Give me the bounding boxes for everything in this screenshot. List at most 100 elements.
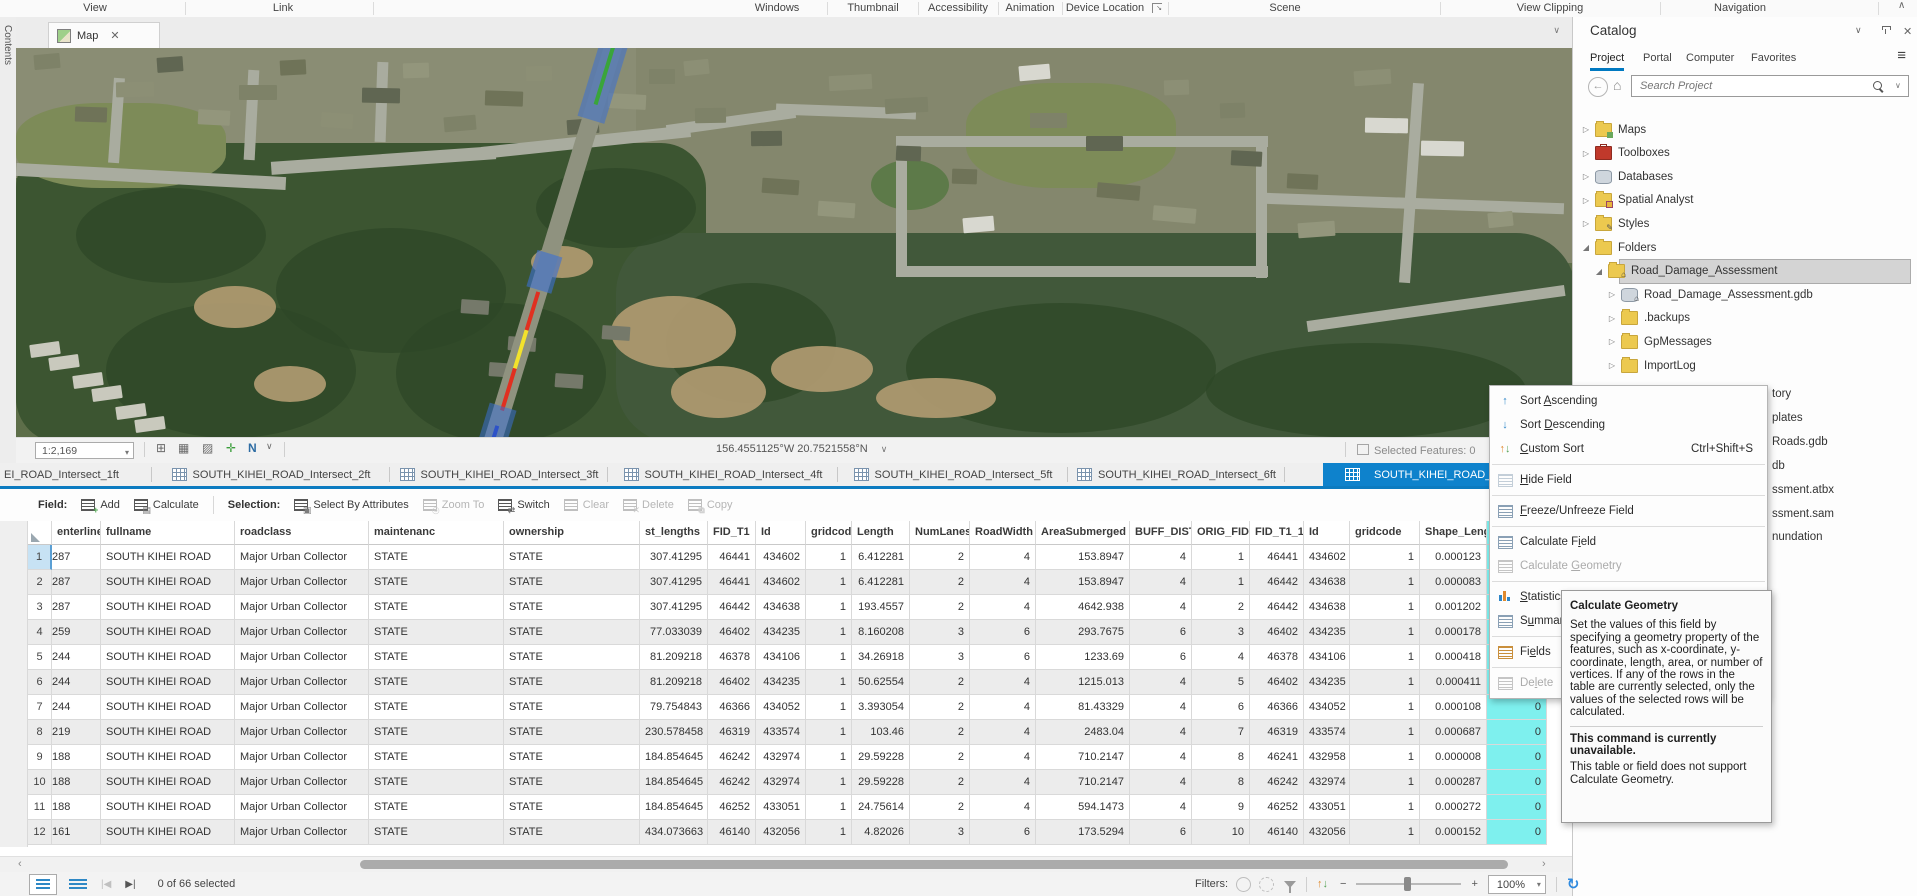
catalog-item-fragment[interactable]: ssment.sam xyxy=(1772,508,1834,520)
cell[interactable]: 184.854645 xyxy=(640,770,708,795)
cell[interactable]: 46319 xyxy=(1250,720,1304,745)
cell[interactable]: 432958 xyxy=(1304,745,1350,770)
cell[interactable]: 434052 xyxy=(1304,695,1350,720)
cell[interactable]: STATE xyxy=(504,795,640,820)
cell[interactable]: 3 xyxy=(1192,620,1250,645)
cell[interactable]: 1 xyxy=(806,595,852,620)
cell[interactable]: 46242 xyxy=(708,745,756,770)
cell[interactable]: 29.59228 xyxy=(852,770,910,795)
catalog-item-importlog[interactable]: ▷ImportLog xyxy=(1573,354,1917,377)
cell[interactable]: Major Urban Collector xyxy=(235,795,369,820)
crosshair-icon[interactable]: ✛ xyxy=(226,441,236,455)
cell[interactable]: 46366 xyxy=(708,695,756,720)
cell[interactable]: 4 xyxy=(970,770,1036,795)
cell[interactable]: STATE xyxy=(504,570,640,595)
catalog-item-maps[interactable]: ▷Maps xyxy=(1573,118,1917,141)
cell[interactable]: 434052 xyxy=(756,695,806,720)
cell[interactable]: 293.7675 xyxy=(1036,620,1130,645)
cell[interactable]: STATE xyxy=(369,720,504,745)
menu-item-hide-field[interactable]: Hide Field xyxy=(1490,468,1767,492)
column-header-FID_T1_1[interactable]: FID_T1_1 xyxy=(1250,521,1304,545)
cell[interactable]: 433051 xyxy=(756,795,806,820)
cell[interactable]: 1 xyxy=(1192,545,1250,570)
cell[interactable]: 8.160208 xyxy=(852,620,910,645)
table-row-5[interactable]: 5244SOUTH KIHEI ROADMajor Urban Collecto… xyxy=(28,645,1547,670)
cell[interactable]: 1 xyxy=(1350,795,1420,820)
cell[interactable]: 46242 xyxy=(708,770,756,795)
cell[interactable]: 434106 xyxy=(756,645,806,670)
cell[interactable]: 434235 xyxy=(756,620,806,645)
sort-order-icon[interactable]: ↑↓ xyxy=(1317,878,1328,890)
menu-item-custom-sort[interactable]: ↑↓Custom SortCtrl+Shift+S xyxy=(1490,437,1767,461)
cell[interactable]: SOUTH KIHEI ROAD xyxy=(101,695,235,720)
expand-icon[interactable]: ▷ xyxy=(1607,290,1617,299)
ribbon-group-thumbnail[interactable]: Thumbnail xyxy=(847,1,898,16)
cell[interactable]: 46402 xyxy=(708,620,756,645)
cell[interactable]: 4 xyxy=(1130,695,1192,720)
catalog-item-fragment[interactable]: Roads.gdb xyxy=(1772,436,1828,448)
row-number[interactable]: 11 xyxy=(28,795,52,820)
row-number[interactable]: 12 xyxy=(28,820,52,845)
cell[interactable]: 3.393054 xyxy=(852,695,910,720)
column-header-AreaSubmerged[interactable]: AreaSubmerged xyxy=(1036,521,1130,545)
cell[interactable]: 0.000083 xyxy=(1420,570,1487,595)
cell[interactable]: 4 xyxy=(970,795,1036,820)
row-number[interactable]: 4 xyxy=(28,620,52,645)
cell[interactable]: 34.26918 xyxy=(852,645,910,670)
cell[interactable]: Major Urban Collector xyxy=(235,670,369,695)
row-number[interactable]: 3 xyxy=(28,595,52,620)
add-table-icon[interactable]: ⊞ xyxy=(156,441,166,455)
ribbon-group-scene[interactable]: Scene xyxy=(1269,1,1300,16)
cell[interactable]: 710.2147 xyxy=(1036,745,1130,770)
cell[interactable]: 6.412281 xyxy=(852,545,910,570)
cell[interactable]: 6 xyxy=(970,620,1036,645)
cell[interactable]: 1 xyxy=(1350,770,1420,795)
cell[interactable]: 307.41295 xyxy=(640,595,708,620)
expand-icon[interactable]: ▷ xyxy=(1581,149,1591,158)
cell[interactable]: 46241 xyxy=(1250,745,1304,770)
cell[interactable]: 2 xyxy=(910,670,970,695)
cell[interactable]: 4 xyxy=(1130,795,1192,820)
zoom-slider-handle[interactable] xyxy=(1404,877,1411,891)
cell[interactable]: 1 xyxy=(806,720,852,745)
device-location-launcher-icon[interactable]: ↘ xyxy=(1152,3,1162,13)
column-header-st_lengths[interactable]: st_lengths xyxy=(640,521,708,545)
cell[interactable]: 46140 xyxy=(1250,820,1304,845)
cell[interactable]: 307.41295 xyxy=(640,570,708,595)
cell[interactable]: 434638 xyxy=(1304,570,1350,595)
map-document-tab[interactable]: Map ✕ xyxy=(48,22,160,48)
row-handle-header[interactable] xyxy=(28,521,52,545)
cell[interactable]: 307.41295 xyxy=(640,545,708,570)
cell[interactable]: 77.033039 xyxy=(640,620,708,645)
table-tab-5[interactable]: SOUTH_KIHEI_ROAD_Intersect_5ft xyxy=(838,463,1068,486)
cell[interactable]: STATE xyxy=(369,695,504,720)
catalog-item-styles[interactable]: ▷✎Styles xyxy=(1573,212,1917,235)
catalog-tab-favorites[interactable]: Favorites xyxy=(1751,48,1796,68)
cell[interactable]: 0.000108 xyxy=(1420,695,1487,720)
cell[interactable]: STATE xyxy=(504,770,640,795)
ribbon-group-animation[interactable]: Animation xyxy=(1006,1,1055,16)
cell[interactable]: 3 xyxy=(910,620,970,645)
cell[interactable]: 1 xyxy=(1350,545,1420,570)
cell[interactable]: STATE xyxy=(504,620,640,645)
cell[interactable]: STATE xyxy=(369,770,504,795)
cell[interactable]: 4 xyxy=(1130,545,1192,570)
cell[interactable]: 9 xyxy=(1192,795,1250,820)
row-number[interactable]: 8 xyxy=(28,720,52,745)
catalog-item-fragment[interactable]: db xyxy=(1772,460,1785,472)
cell[interactable]: STATE xyxy=(369,570,504,595)
cell[interactable]: 10 xyxy=(1192,820,1250,845)
search-icon[interactable] xyxy=(1873,81,1882,90)
selection-switch-button[interactable]: ⇄Switch xyxy=(498,499,549,511)
cell[interactable]: 46441 xyxy=(708,570,756,595)
north-arrow-icon[interactable]: N xyxy=(248,441,257,455)
cell[interactable]: STATE xyxy=(369,820,504,845)
cell[interactable]: 0 xyxy=(1487,770,1547,795)
cell[interactable]: 2 xyxy=(910,770,970,795)
expand-icon[interactable]: ▷ xyxy=(1607,337,1617,346)
cell[interactable]: 2 xyxy=(910,545,970,570)
cell[interactable]: 0.000287 xyxy=(1420,770,1487,795)
row-number[interactable]: 1 xyxy=(28,545,52,570)
cell[interactable]: SOUTH KIHEI ROAD xyxy=(101,670,235,695)
cell[interactable]: 287 xyxy=(52,570,101,595)
